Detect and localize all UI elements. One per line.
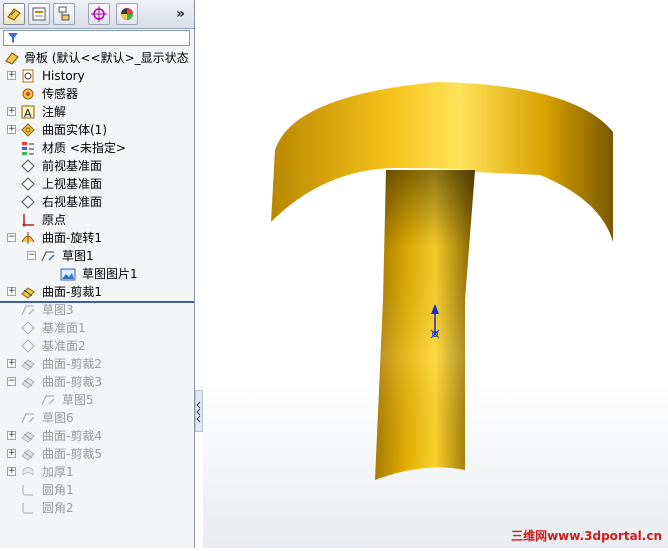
plane-icon — [21, 321, 35, 335]
manager-tabs: » — [0, 0, 194, 29]
plane-icon — [21, 339, 35, 353]
tree-item-label: 草图6 — [42, 411, 74, 425]
tree-item-label: 右视基准面 — [42, 195, 103, 209]
tree-item-label: 曲面-剪裁3 — [42, 375, 102, 389]
sketch-icon — [41, 395, 55, 406]
tree-item-label: 圆角2 — [42, 501, 74, 515]
display-manager-tab[interactable] — [116, 3, 138, 25]
feature-manager-panel: » 骨板 (默认<<默认>_显示状态 + History 传感器 + A 注解 + 曲面实体(… — [0, 0, 195, 548]
feature-manager-tab[interactable] — [3, 3, 25, 25]
expand-toggle-icon[interactable]: + — [7, 359, 16, 368]
tree-item-label: 曲面-旋转1 — [42, 231, 102, 245]
expand-toggle-icon[interactable]: + — [7, 431, 16, 440]
plane-icon — [21, 159, 35, 173]
feature-manager-icon — [7, 8, 21, 21]
tree-item-label: 曲面-剪裁1 — [42, 285, 102, 299]
expand-toggle-icon[interactable]: − — [27, 251, 36, 260]
expand-toggle-icon[interactable]: + — [7, 467, 16, 476]
plane-icon — [21, 177, 35, 191]
tree-item-label: 材质 <未指定> — [42, 141, 126, 155]
sketch-icon — [21, 413, 35, 424]
watermark: 三维网www.3dportal.cn — [511, 529, 662, 543]
tree-item-label: 曲面实体(1) — [42, 123, 107, 137]
tree-item-label: 草图5 — [62, 393, 94, 407]
tree-item-label: 草图1 — [62, 249, 94, 263]
graphics-viewport[interactable]: 三维网www.3dportal.cn — [203, 0, 668, 548]
material-icon — [22, 142, 34, 155]
plane-icon — [21, 195, 35, 209]
feature-filter-input[interactable] — [3, 30, 190, 46]
configuration-manager-tab[interactable] — [53, 3, 75, 25]
tree-item-label: 前视基准面 — [42, 159, 103, 173]
tree-item-label: 圆角1 — [42, 483, 74, 497]
tree-item-label: History — [42, 69, 85, 83]
fillet-icon — [22, 503, 33, 514]
sensor-icon — [22, 88, 34, 100]
expand-toggle-icon[interactable]: − — [7, 377, 16, 386]
t-shaped-surface-model[interactable] — [203, 0, 668, 548]
panel-collapse-grip[interactable] — [195, 390, 203, 432]
sketch-icon — [21, 305, 35, 316]
surface-trim-icon — [21, 287, 35, 299]
tree-item-label: 注解 — [42, 105, 67, 119]
surface-trim-icon — [21, 377, 35, 389]
tree-item-label: 曲面-剪裁2 — [42, 357, 102, 371]
part-icon — [5, 52, 19, 65]
sketch-picture-icon — [60, 268, 76, 281]
tree-item-label: 传感器 — [42, 87, 79, 101]
expand-toggle-icon[interactable]: + — [7, 287, 16, 296]
tree-item-label: 草图3 — [42, 303, 74, 317]
more-tabs-button[interactable]: » — [176, 6, 185, 22]
filter-icon — [8, 33, 18, 43]
history-icon — [22, 69, 34, 83]
dimxpert-tab[interactable] — [88, 3, 110, 25]
configuration-manager-icon — [58, 6, 70, 21]
rollback-bar[interactable] — [0, 301, 194, 303]
sketch-icon — [41, 251, 55, 262]
expand-toggle-icon[interactable]: + — [7, 125, 16, 134]
tree-item-label: 草图图片1 — [82, 267, 138, 281]
thicken-icon — [22, 467, 34, 477]
tree-item-label: 上视基准面 — [42, 177, 103, 191]
property-manager-tab[interactable] — [28, 3, 50, 25]
tree-item-label: 加厚1 — [42, 465, 74, 479]
fillet-icon — [22, 485, 33, 496]
annotation-icon: A — [21, 105, 35, 120]
surface-bodies-icon — [21, 123, 35, 137]
surface-trim-icon — [21, 359, 35, 371]
surface-trim-icon — [21, 431, 35, 443]
tree-item-label: 基准面1 — [42, 321, 86, 335]
expand-toggle-icon[interactable]: + — [7, 449, 16, 458]
property-manager-icon — [32, 7, 46, 21]
svg-text:A: A — [24, 107, 32, 120]
surface-trim-icon — [21, 449, 35, 461]
tree-root-label: 骨板 (默认<<默认>_显示状态 — [24, 51, 189, 65]
tree-item-label: 曲面-剪裁4 — [42, 429, 102, 443]
surface-revolve-icon — [21, 232, 35, 244]
tree-item-label: 基准面2 — [42, 339, 86, 353]
expand-toggle-icon[interactable]: + — [7, 71, 16, 80]
tree-item-label: 曲面-剪裁5 — [42, 447, 102, 461]
expand-toggle-icon[interactable]: − — [7, 233, 16, 242]
origin-icon — [22, 214, 34, 227]
tree-item-label: 原点 — [42, 213, 67, 227]
expand-toggle-icon[interactable]: + — [7, 107, 16, 116]
dimxpert-icon — [91, 6, 107, 22]
display-manager-icon — [121, 8, 133, 20]
